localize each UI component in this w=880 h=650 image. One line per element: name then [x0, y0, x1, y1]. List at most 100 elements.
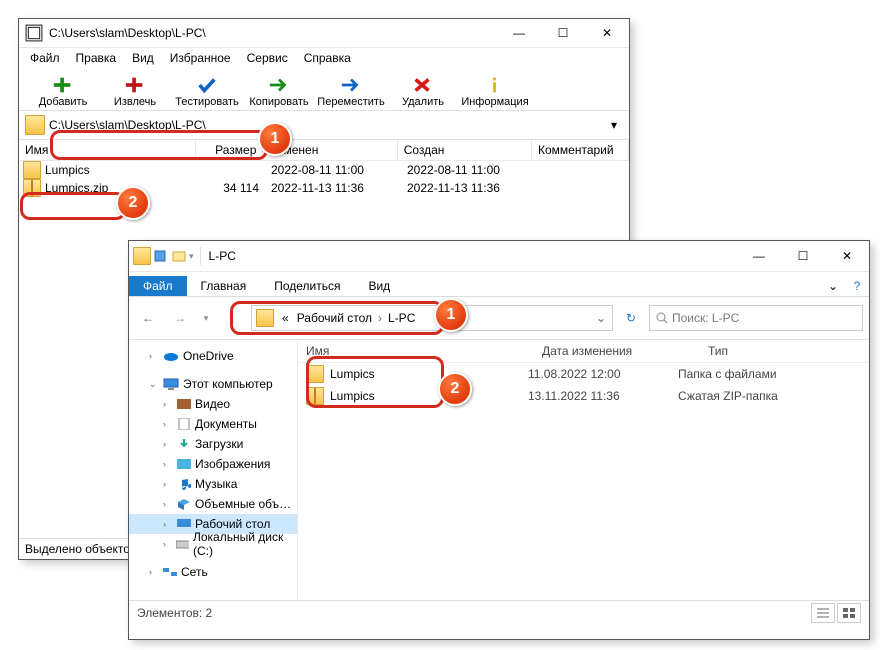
menu-file[interactable]: Файл — [23, 50, 67, 66]
music-icon — [177, 478, 191, 490]
ribbon-tab-view[interactable]: Вид — [354, 276, 404, 296]
toolbar-copy[interactable]: Копировать — [243, 75, 315, 110]
col-created[interactable]: Создан — [398, 140, 532, 160]
breadcrumb-item[interactable]: L-PC — [384, 311, 419, 325]
menu-help[interactable]: Справка — [297, 50, 358, 66]
minimize-button[interactable]: — — [737, 242, 781, 270]
sevenzip-menubar: Файл Правка Вид Избранное Сервис Справка — [19, 48, 629, 68]
explorer-statusbar: Элементов: 2 — [129, 600, 869, 625]
explorer-title: L-PC — [209, 249, 737, 263]
zip-icon — [306, 387, 324, 405]
folder-icon — [256, 309, 274, 327]
tree-item-documents[interactable]: ›Документы — [129, 414, 297, 434]
qat-newfolder-icon[interactable] — [171, 248, 187, 264]
tree-item-network[interactable]: ›Сеть — [129, 562, 297, 582]
sevenzip-address-bar[interactable]: C:\Users\slam\Desktop\L-PC\ ▾ — [19, 111, 629, 140]
pc-icon — [163, 378, 179, 390]
network-icon — [163, 566, 177, 578]
view-details-button[interactable] — [811, 603, 835, 623]
toolbar-delete[interactable]: Удалить — [387, 75, 459, 110]
folder-icon — [23, 161, 41, 179]
search-icon — [656, 312, 668, 324]
menu-favorites[interactable]: Избранное — [163, 50, 238, 66]
help-icon[interactable]: ? — [845, 276, 869, 296]
ribbon-tab-file[interactable]: Файл — [129, 276, 187, 296]
minimize-button[interactable]: — — [497, 19, 541, 47]
explorer-ribbon-tabs: Файл Главная Поделиться Вид ⌄ ? — [129, 272, 869, 297]
nav-up-button[interactable]: ↑ — [219, 305, 245, 331]
tree-item-disk-c[interactable]: ›Локальный диск (C:) — [129, 534, 297, 554]
picture-icon — [177, 458, 191, 470]
sevenzip-title: C:\Users\slam\Desktop\L-PC\ — [49, 26, 497, 40]
menu-edit[interactable]: Правка — [69, 50, 124, 66]
cloud-icon — [163, 350, 179, 362]
toolbar-add[interactable]: Добавить — [27, 75, 99, 110]
list-item[interactable]: Lumpics 11.08.2022 12:00 Папка с файлами — [298, 363, 869, 385]
zip-icon — [23, 179, 41, 197]
explorer-address-row: ← → ▾ ↑ « Рабочий стол › L-PC ⌄ ↻ Поиск:… — [129, 297, 869, 340]
col-date[interactable]: Дата изменения — [534, 344, 700, 358]
ribbon-expand-icon[interactable]: ⌄ — [821, 276, 845, 296]
qat-dropdown-icon[interactable]: ▾ — [189, 251, 194, 262]
folder-icon — [306, 365, 324, 383]
explorer-titlebar[interactable]: ▾ L-PC — ☐ ✕ — [129, 241, 869, 272]
explorer-nav-tree[interactable]: ›OneDrive ⌄Этот компьютер ›Видео ›Докуме… — [129, 340, 298, 600]
nav-forward-button[interactable]: → — [167, 305, 193, 331]
toolbar-move[interactable]: Переместить — [315, 75, 387, 110]
close-button[interactable]: ✕ — [585, 19, 629, 47]
chevron-right-icon[interactable]: › — [376, 311, 384, 325]
view-icons-button[interactable] — [837, 603, 861, 623]
tree-item-onedrive[interactable]: ›OneDrive — [129, 346, 297, 366]
tree-item-pictures[interactable]: ›Изображения — [129, 454, 297, 474]
address-dropdown-icon[interactable]: ▾ — [605, 118, 623, 132]
col-comment[interactable]: Комментарий — [532, 140, 629, 160]
ribbon-tab-home[interactable]: Главная — [187, 276, 261, 296]
download-icon — [177, 438, 191, 450]
col-type[interactable]: Тип — [700, 344, 869, 358]
close-button[interactable]: ✕ — [825, 242, 869, 270]
video-icon — [177, 398, 191, 410]
col-size[interactable]: Размер — [196, 140, 263, 160]
menu-view[interactable]: Вид — [125, 50, 161, 66]
tree-item-downloads[interactable]: ›Загрузки — [129, 434, 297, 454]
address-dropdown-icon[interactable]: ⌄ — [594, 311, 608, 325]
ribbon-tab-share[interactable]: Поделиться — [260, 276, 354, 296]
refresh-button[interactable]: ↻ — [619, 306, 643, 330]
menu-tools[interactable]: Сервис — [240, 50, 295, 66]
list-item[interactable]: Lumpics 2022-08-11 11:00 2022-08-11 11:0… — [19, 161, 629, 179]
toolbar-extract[interactable]: Извлечь — [99, 75, 171, 110]
list-item[interactable]: Lumpics.zip 34 114 2022-11-13 11:36 2022… — [19, 179, 629, 197]
tree-item-video[interactable]: ›Видео — [129, 394, 297, 414]
breadcrumb-item[interactable]: Рабочий стол — [293, 311, 376, 325]
toolbar-info[interactable]: Информация — [459, 75, 531, 110]
sevenzip-file-list: Lumpics 2022-08-11 11:00 2022-08-11 11:0… — [19, 161, 629, 197]
maximize-button[interactable]: ☐ — [781, 242, 825, 270]
explorer-address-bar[interactable]: « Рабочий стол › L-PC ⌄ — [251, 305, 613, 331]
explorer-column-headers: Имя Дата изменения Тип — [298, 340, 869, 363]
toolbar-test[interactable]: Тестировать — [171, 75, 243, 110]
tree-item-thispc[interactable]: ⌄Этот компьютер — [129, 374, 297, 394]
col-modified[interactable]: Изменен — [263, 140, 397, 160]
sevenzip-column-headers: Имя Размер Изменен Создан Комментарий — [19, 140, 629, 161]
disk-icon — [176, 538, 189, 550]
qat-properties-icon[interactable] — [153, 248, 169, 264]
tree-item-3d[interactable]: ›Объемные объ… — [129, 494, 297, 514]
desktop-icon — [177, 518, 191, 530]
explorer-app-icon — [133, 247, 151, 265]
sevenzip-path[interactable]: C:\Users\slam\Desktop\L-PC\ — [49, 118, 605, 132]
search-input[interactable]: Поиск: L-PC — [649, 305, 863, 331]
explorer-window: ▾ L-PC — ☐ ✕ Файл Главная Поделиться Вид… — [128, 240, 870, 640]
col-name[interactable]: Имя — [19, 140, 196, 160]
doc-icon — [177, 418, 191, 430]
col-name[interactable]: Имя — [298, 344, 534, 358]
maximize-button[interactable]: ☐ — [541, 19, 585, 47]
list-item[interactable]: Lumpics 13.11.2022 11:36 Сжатая ZIP-папк… — [298, 385, 869, 407]
sevenzip-toolbar: Добавить Извлечь Тестировать Копировать … — [19, 68, 629, 111]
explorer-file-list: Имя Дата изменения Тип Lumpics 11.08.202… — [298, 340, 869, 600]
folder-icon — [25, 115, 45, 135]
sevenzip-app-icon — [25, 24, 43, 42]
sevenzip-titlebar[interactable]: C:\Users\slam\Desktop\L-PC\ — ☐ ✕ — [19, 19, 629, 48]
tree-item-music[interactable]: ›Музыка — [129, 474, 297, 494]
nav-recent-dropdown[interactable]: ▾ — [199, 305, 213, 331]
nav-back-button[interactable]: ← — [135, 305, 161, 331]
